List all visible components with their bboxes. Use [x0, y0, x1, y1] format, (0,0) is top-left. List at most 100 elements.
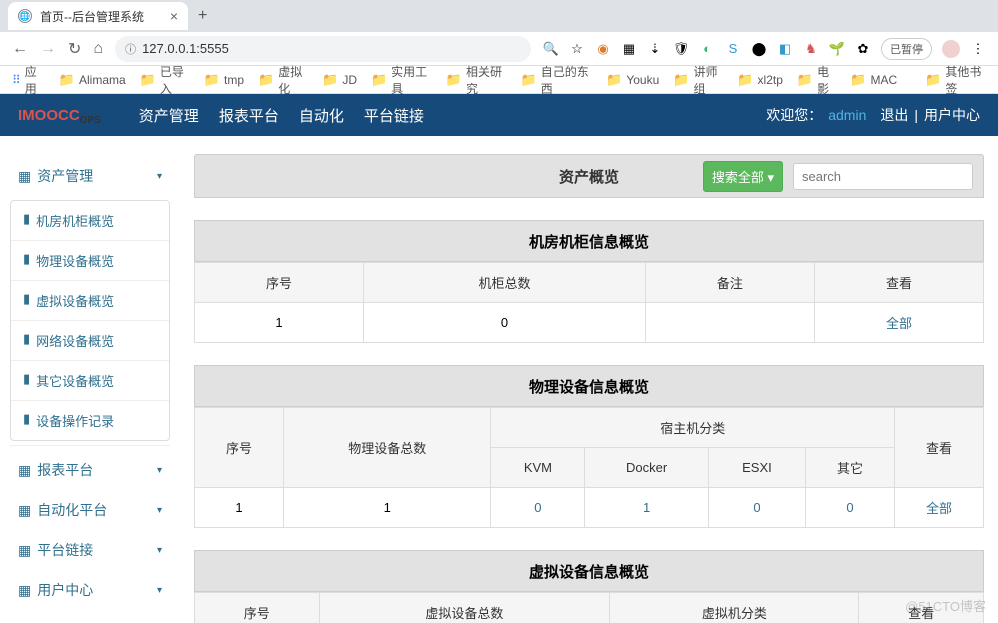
menu-icon[interactable]: ⋮ — [970, 41, 986, 57]
qr-icon[interactable]: ▦ — [621, 41, 637, 57]
shield-icon[interactable]: 🛡 — [673, 41, 689, 57]
kvm-count[interactable]: 0 — [491, 488, 585, 528]
bookmark-folder[interactable]: 📁Alimama — [59, 72, 126, 88]
profile-avatar[interactable] — [942, 40, 960, 58]
apps-button[interactable]: ⠿ 应用 — [12, 63, 45, 97]
other-bookmarks[interactable]: 📁其他书签 — [925, 63, 986, 97]
ext-icon-9[interactable]: ✿ — [855, 41, 871, 57]
star-icon[interactable]: ☆ — [569, 41, 585, 57]
nav-report[interactable]: 报表平台 — [211, 105, 287, 126]
view-all-link[interactable]: 全部 — [814, 303, 983, 343]
sub-network[interactable]: ▮网络设备概览 — [11, 321, 169, 361]
sidebar-auto[interactable]: ▦自动化平台▾ — [10, 490, 170, 530]
nav-asset[interactable]: 资产管理 — [131, 105, 207, 126]
tab-title: 首页--后台管理系统 — [40, 8, 162, 25]
sidebar-platform[interactable]: ▦平台链接▾ — [10, 530, 170, 570]
col-vm-type: 虚拟机分类 — [610, 593, 859, 623]
grid-icon: ▦ — [18, 582, 31, 599]
search-icon[interactable]: 🔍 — [543, 41, 559, 57]
book-icon: ▮ — [23, 331, 30, 350]
content: 资产概览 搜索全部 ▾ 机房机柜信息概览 序号 机柜总数 备注 查看 1 0 — [180, 136, 998, 623]
virtual-table: 序号 虚拟设备总数 虚拟机分类 查看 — [194, 592, 984, 623]
col-seq: 序号 — [195, 408, 284, 488]
rack-panel: 机房机柜信息概览 序号 机柜总数 备注 查看 1 0 全部 — [194, 220, 984, 343]
forward-button[interactable]: → — [40, 40, 56, 58]
sidebar-report[interactable]: ▦报表平台▾ — [10, 445, 170, 490]
ext-icon-8[interactable]: 🌱 — [829, 41, 845, 57]
bookmark-folder[interactable]: 📁虚拟化 — [258, 63, 308, 97]
other-count[interactable]: 0 — [806, 488, 895, 528]
ext-icon-7[interactable]: ♞ — [803, 41, 819, 57]
bookmark-folder[interactable]: 📁JD — [322, 72, 357, 88]
ext-icon-2[interactable]: ⇣ — [647, 41, 663, 57]
overview-panel: 资产概览 搜索全部 ▾ — [194, 154, 984, 198]
user-center-link[interactable]: 用户中心 — [924, 105, 980, 125]
close-icon[interactable]: × — [170, 8, 178, 24]
book-icon: ▮ — [23, 371, 30, 390]
bookmark-folder[interactable]: 📁相关研究 — [446, 63, 507, 97]
nav-auto[interactable]: 自动化 — [291, 105, 352, 126]
bookmark-folder[interactable]: 📁tmp — [204, 72, 244, 88]
col-seq: 序号 — [195, 593, 320, 623]
sub-physical[interactable]: ▮物理设备概览 — [11, 241, 169, 281]
paused-badge[interactable]: 已暂停 — [881, 38, 932, 60]
book-icon: ▮ — [23, 251, 30, 270]
toolbar-icons: 🔍 ☆ ◉ ▦ ⇣ 🛡 ◐ S ⬤ ◧ ♞ 🌱 ✿ 已暂停 ⋮ — [543, 38, 986, 60]
watermark: @51CTO博客 — [905, 596, 986, 615]
sidebar-asset[interactable]: ▦ 资产管理 ▾ — [10, 156, 170, 196]
bookmark-folder[interactable]: 📁Youku — [606, 72, 659, 88]
col-total: 物理设备总数 — [283, 408, 491, 488]
tab-bar: 🌐 首页--后台管理系统 × + — [0, 0, 998, 32]
rack-table: 序号 机柜总数 备注 查看 1 0 全部 — [194, 262, 984, 343]
home-button[interactable]: ⌂ — [93, 40, 103, 58]
esxi-count[interactable]: 0 — [708, 488, 805, 528]
address-bar: ← → ↻ ⌂ ⓘ 127.0.0.1:5555 🔍 ☆ ◉ ▦ ⇣ 🛡 ◐ S… — [0, 32, 998, 66]
book-icon: ▮ — [23, 411, 30, 430]
ext-icon-6[interactable]: ◧ — [777, 41, 793, 57]
view-all-link[interactable]: 全部 — [895, 488, 984, 528]
reload-button[interactable]: ↻ — [68, 39, 81, 59]
sub-log[interactable]: ▮设备操作记录 — [11, 401, 169, 440]
grid-icon: ▦ — [18, 462, 31, 479]
globe-icon: 🌐 — [18, 9, 32, 23]
sidebar-user[interactable]: ▦用户中心▾ — [10, 570, 170, 610]
search-select[interactable]: 搜索全部 ▾ — [703, 161, 783, 192]
bookmark-folder[interactable]: 📁实用工具 — [371, 63, 432, 97]
ext-icon-5[interactable]: ⬤ — [751, 41, 767, 57]
url-input[interactable]: ⓘ 127.0.0.1:5555 — [115, 36, 531, 62]
panel-header: 资产概览 搜索全部 ▾ — [194, 154, 984, 198]
app-body: ▦ 资产管理 ▾ ▮机房机柜概览 ▮物理设备概览 ▮虚拟设备概览 ▮网络设备概览… — [0, 136, 998, 623]
url-text: 127.0.0.1:5555 — [142, 41, 229, 56]
bookmark-folder[interactable]: 📁已导入 — [140, 63, 190, 97]
back-button[interactable]: ← — [12, 40, 28, 58]
docker-count[interactable]: 1 — [585, 488, 709, 528]
user-link[interactable]: admin — [828, 107, 866, 123]
physical-panel: 物理设备信息概览 序号 物理设备总数 宿主机分类 查看 KVM Docker E… — [194, 365, 984, 528]
header-right: 欢迎您： admin 退出 | 用户中心 — [766, 105, 980, 125]
bookmark-folder[interactable]: 📁xl2tp — [737, 72, 783, 88]
sub-rack[interactable]: ▮机房机柜概览 — [11, 201, 169, 241]
sub-other[interactable]: ▮其它设备概览 — [11, 361, 169, 401]
bookmark-folder[interactable]: 📁自己的东西 — [521, 63, 593, 97]
book-icon: ▮ — [23, 211, 30, 230]
ext-icon-1[interactable]: ◉ — [595, 41, 611, 57]
col-remark: 备注 — [645, 263, 814, 303]
col-view: 查看 — [895, 408, 984, 488]
search-input[interactable] — [793, 163, 973, 190]
table-row: 1 0 全部 — [195, 303, 984, 343]
bookmark-folder[interactable]: 📁讲师组 — [673, 63, 723, 97]
bookmark-folder[interactable]: 📁MAC — [850, 72, 897, 88]
logout-link[interactable]: 退出 — [880, 105, 908, 125]
ext-icon-4[interactable]: S — [725, 41, 741, 57]
bookmark-folder[interactable]: 📁电影 — [797, 63, 836, 97]
ext-icon-3[interactable]: ◐ — [699, 41, 715, 57]
sub-virtual[interactable]: ▮虚拟设备概览 — [11, 281, 169, 321]
chevron-down-icon: ▾ — [157, 505, 162, 516]
app-header: IMOOCCOPS 资产管理 报表平台 自动化 平台链接 欢迎您： admin … — [0, 94, 998, 136]
chevron-down-icon: ▾ — [157, 171, 162, 182]
table-header-row: 序号 机柜总数 备注 查看 — [195, 263, 984, 303]
new-tab-button[interactable]: + — [188, 7, 217, 25]
welcome-label: 欢迎您： — [766, 105, 822, 125]
nav-platform[interactable]: 平台链接 — [356, 105, 432, 126]
browser-tab[interactable]: 🌐 首页--后台管理系统 × — [8, 2, 188, 30]
